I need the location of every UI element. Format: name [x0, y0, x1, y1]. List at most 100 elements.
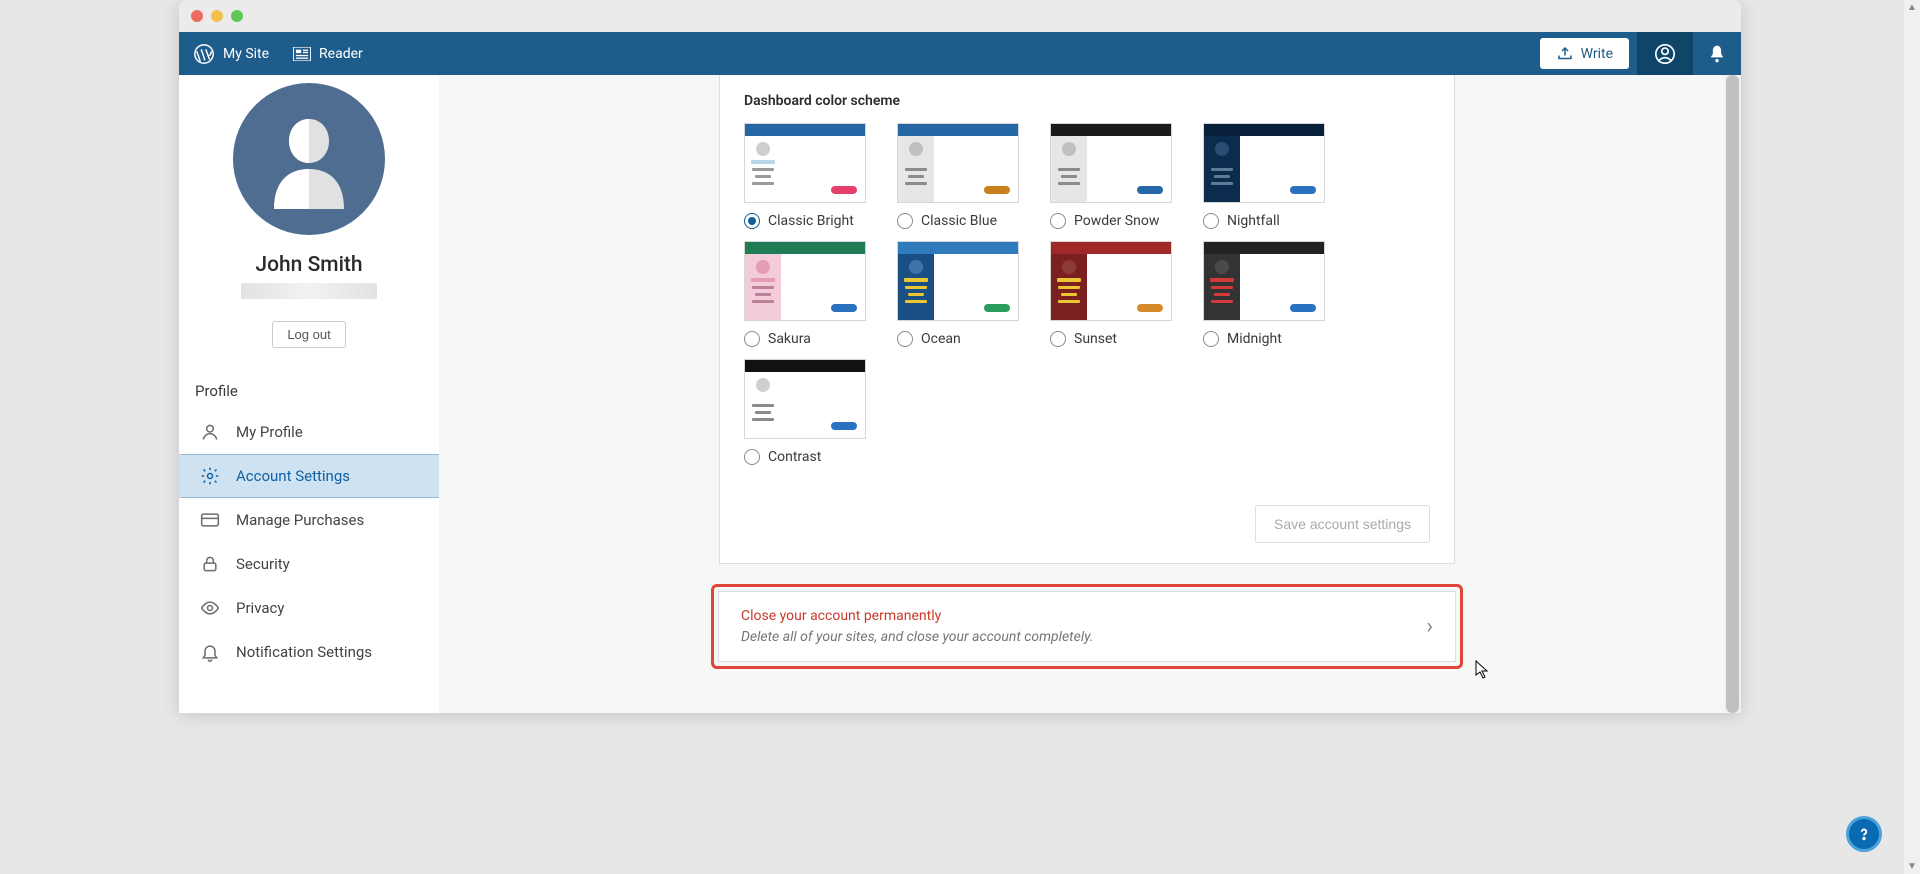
scheme-label: Contrast	[768, 449, 821, 465]
profile-circle-icon	[1654, 43, 1676, 65]
sidebar-item-privacy[interactable]: Privacy	[179, 586, 439, 630]
scheme-label: Sunset	[1074, 331, 1117, 347]
sidebar-item-my-profile[interactable]: My Profile	[179, 410, 439, 454]
scheme-radio[interactable]: Nightfall	[1203, 213, 1356, 229]
scheme-radio[interactable]: Ocean	[897, 331, 1050, 347]
scheme-radio[interactable]: Contrast	[744, 449, 897, 465]
window-titlebar	[179, 0, 1741, 32]
content-area: Dashboard color scheme Classic Bright	[439, 75, 1741, 713]
section-title: Dashboard color scheme	[744, 93, 1430, 109]
topbar: My Site Reader Write	[179, 32, 1741, 75]
logout-button[interactable]: Log out	[272, 321, 345, 348]
scroll-down-icon[interactable]: ▼	[1907, 861, 1917, 872]
scheme-preview-thumbnail[interactable]	[1050, 123, 1172, 203]
sidebar: John Smith Log out Profile My Profile Ac…	[179, 75, 439, 713]
radio-icon	[1203, 331, 1219, 347]
scheme-radio[interactable]: Sakura	[744, 331, 897, 347]
content-scrollbar-thumb[interactable]	[1726, 75, 1739, 713]
sidebar-item-account-settings[interactable]: Account Settings	[179, 454, 439, 498]
color-scheme-option[interactable]: Powder Snow	[1050, 123, 1203, 229]
scheme-radio[interactable]: Powder Snow	[1050, 213, 1203, 229]
profile-icon-button[interactable]	[1637, 32, 1693, 75]
scheme-preview-thumbnail[interactable]	[897, 241, 1019, 321]
sidebar-item-label: Privacy	[236, 599, 284, 617]
color-scheme-option[interactable]: Sakura	[744, 241, 897, 347]
color-scheme-option[interactable]: Ocean	[897, 241, 1050, 347]
scheme-label: Nightfall	[1227, 213, 1280, 229]
notifications-button[interactable]	[1693, 32, 1741, 75]
help-icon	[1855, 825, 1873, 843]
close-account-title: Close your account permanently	[741, 608, 1093, 624]
help-fab-button[interactable]	[1846, 816, 1882, 852]
scheme-preview-thumbnail[interactable]	[744, 241, 866, 321]
radio-icon	[1050, 213, 1066, 229]
cursor-icon	[1475, 660, 1491, 680]
radio-icon	[1050, 331, 1066, 347]
color-scheme-option[interactable]: Midnight	[1203, 241, 1356, 347]
bell-icon	[1707, 44, 1727, 64]
write-button[interactable]: Write	[1540, 38, 1629, 69]
nav-my-site[interactable]: My Site	[193, 43, 269, 65]
person-icon	[200, 422, 220, 442]
scheme-label: Classic Blue	[921, 213, 997, 229]
sidebar-item-label: Notification Settings	[236, 643, 372, 661]
reader-icon	[293, 47, 311, 61]
scheme-radio[interactable]: Classic Blue	[897, 213, 1050, 229]
color-scheme-grid: Classic Bright Classic Blue	[744, 123, 1430, 477]
sidebar-item-label: Account Settings	[236, 467, 350, 485]
sidebar-heading: Profile	[179, 368, 439, 410]
nav-my-site-label: My Site	[223, 46, 269, 62]
scheme-radio[interactable]: Classic Bright	[744, 213, 897, 229]
lock-icon	[200, 554, 220, 574]
radio-icon	[897, 213, 913, 229]
sidebar-item-label: Security	[236, 555, 290, 573]
close-account-subtitle: Delete all of your sites, and close your…	[741, 629, 1093, 645]
bell-outline-icon	[200, 642, 220, 662]
write-button-label: Write	[1581, 46, 1613, 62]
nav-reader-label: Reader	[319, 46, 363, 62]
avatar[interactable]	[233, 83, 385, 235]
window-close-button[interactable]	[191, 10, 203, 22]
gear-icon	[200, 466, 220, 486]
radio-icon	[744, 331, 760, 347]
scheme-preview-thumbnail[interactable]	[1203, 241, 1325, 321]
scheme-preview-thumbnail[interactable]	[1203, 123, 1325, 203]
sidebar-item-manage-purchases[interactable]: Manage Purchases	[179, 498, 439, 542]
scheme-preview-thumbnail[interactable]	[1050, 241, 1172, 321]
window-maximize-button[interactable]	[231, 10, 243, 22]
scheme-radio[interactable]: Midnight	[1203, 331, 1356, 347]
color-scheme-option[interactable]: Classic Bright	[744, 123, 897, 229]
sidebar-item-label: My Profile	[236, 423, 303, 441]
settings-card: Dashboard color scheme Classic Bright	[719, 75, 1455, 564]
sidebar-item-security[interactable]: Security	[179, 542, 439, 586]
sidebar-item-label: Manage Purchases	[236, 511, 364, 529]
scheme-label: Sakura	[768, 331, 811, 347]
window-minimize-button[interactable]	[211, 10, 223, 22]
radio-icon	[1203, 213, 1219, 229]
scheme-label: Powder Snow	[1074, 213, 1159, 229]
save-account-settings-button[interactable]: Save account settings	[1255, 505, 1430, 543]
user-name: John Smith	[255, 253, 362, 277]
write-icon	[1556, 45, 1574, 63]
scheme-preview-thumbnail[interactable]	[744, 359, 866, 439]
user-handle-redacted	[241, 283, 377, 299]
scroll-up-icon[interactable]: ▲	[1907, 2, 1917, 13]
color-scheme-option[interactable]: Contrast	[744, 359, 897, 465]
color-scheme-option[interactable]: Sunset	[1050, 241, 1203, 347]
scheme-preview-thumbnail[interactable]	[744, 123, 866, 203]
radio-icon	[744, 449, 760, 465]
sidebar-item-notification-settings[interactable]: Notification Settings	[179, 630, 439, 674]
content-scrollbar-track[interactable]	[1724, 75, 1741, 713]
chevron-right-icon: ›	[1426, 614, 1433, 639]
page-scrollbar[interactable]: ▲ ▼	[1904, 0, 1920, 874]
scheme-preview-thumbnail[interactable]	[897, 123, 1019, 203]
radio-icon	[744, 213, 760, 229]
scheme-radio[interactable]: Sunset	[1050, 331, 1203, 347]
scheme-label: Classic Bright	[768, 213, 854, 229]
nav-reader[interactable]: Reader	[293, 46, 363, 62]
color-scheme-option[interactable]: Nightfall	[1203, 123, 1356, 229]
close-account-panel[interactable]: Close your account permanently Delete al…	[718, 591, 1456, 662]
eye-icon	[200, 598, 220, 618]
color-scheme-option[interactable]: Classic Blue	[897, 123, 1050, 229]
scheme-label: Ocean	[921, 331, 961, 347]
